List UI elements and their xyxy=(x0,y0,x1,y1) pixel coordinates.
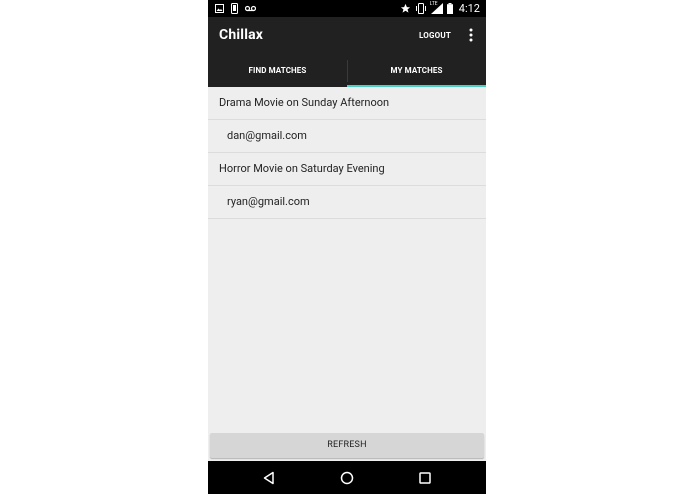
tab-bar: FIND MATCHES MY MATCHES xyxy=(208,56,486,87)
logout-button[interactable]: LOGOUT xyxy=(419,31,451,40)
battery-icon xyxy=(446,3,453,14)
image-icon xyxy=(215,4,224,13)
recents-icon[interactable] xyxy=(417,470,433,486)
vibrate-icon xyxy=(415,3,427,14)
status-left-icons xyxy=(215,3,256,14)
refresh-button[interactable]: REFRESH xyxy=(210,433,484,458)
status-bar: LTE 4:12 xyxy=(208,0,486,17)
star-icon xyxy=(400,3,411,14)
home-icon[interactable] xyxy=(339,470,355,486)
phone-portrait-icon xyxy=(231,3,238,14)
system-nav-bar xyxy=(208,461,486,494)
tab-my-matches[interactable]: MY MATCHES xyxy=(347,56,486,87)
app-bar: Chillax LOGOUT xyxy=(208,17,486,56)
status-right-icons: LTE 4:12 xyxy=(400,1,480,15)
signal-lte-icon: LTE xyxy=(429,1,443,14)
match-title[interactable]: Drama Movie on Sunday Afternoon xyxy=(208,87,486,120)
phone-screen: LTE 4:12 Chillax LOGOUT FIND MATCHES MY … xyxy=(208,0,486,494)
app-title: Chillax xyxy=(219,27,264,43)
more-vert-icon[interactable] xyxy=(467,28,475,42)
tab-find-matches[interactable]: FIND MATCHES xyxy=(208,56,347,87)
match-email[interactable]: dan@gmail.com xyxy=(208,120,486,153)
voicemail-icon xyxy=(245,5,256,12)
network-label: LTE xyxy=(429,1,438,7)
status-time: 4:12 xyxy=(458,2,480,15)
match-title[interactable]: Horror Movie on Saturday Evening xyxy=(208,153,486,186)
back-icon[interactable] xyxy=(261,470,277,486)
matches-list: Drama Movie on Sunday Afternoon dan@gmai… xyxy=(208,87,486,219)
match-email[interactable]: ryan@gmail.com xyxy=(208,186,486,219)
